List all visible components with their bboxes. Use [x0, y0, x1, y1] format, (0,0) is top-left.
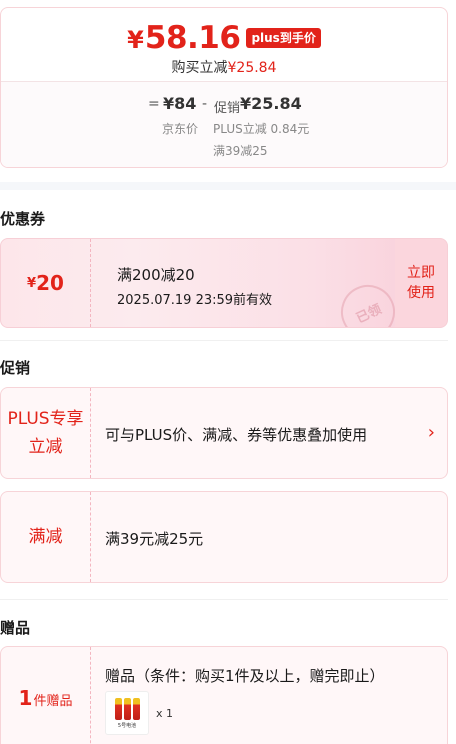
promo-amount: ¥25.84 — [240, 94, 302, 113]
gift-card[interactable]: 1 件赠品 赠品（条件：购买1件及以上，赠完即止） 5号电池 x 1 — [0, 646, 448, 744]
promo-tag: PLUS专享 立减 — [1, 388, 91, 478]
claimed-stamp-icon: 已领 — [332, 276, 404, 327]
currency-symbol: ¥ — [127, 26, 144, 54]
coupon-amount: ¥ 20 — [1, 239, 91, 327]
use-coupon-line1: 立即 — [407, 265, 435, 281]
jd-price-label: 京东价 — [162, 122, 199, 136]
minus-sign: - — [202, 96, 208, 112]
coupon-value: 20 — [36, 271, 64, 295]
gift-condition: 赠品（条件：购买1件及以上，赠完即止） — [105, 667, 385, 685]
section-divider — [0, 599, 448, 600]
gift-count-tag: 1 件赠品 — [1, 647, 91, 744]
promo-tag-line2: 立减 — [28, 437, 63, 457]
battery-icon — [123, 697, 131, 720]
chevron-right-icon[interactable]: › — [428, 422, 435, 443]
final-price-value: 58.16 — [144, 20, 241, 56]
price-breakdown: = ¥84 - 促销 ¥25.84 京东价 PLUS立减 0.84元 满39减2… — [1, 81, 447, 167]
use-coupon-line2: 使用 — [407, 285, 435, 301]
coupon-expiry: 2025.07.19 23:59前有效 — [117, 293, 273, 308]
battery-pack-icon[interactable]: 5号电池 — [105, 691, 149, 735]
price-summary-card: ¥ 58.16 plus到手价 购买立减¥25.84 = ¥84 - 促销 ¥2… — [0, 7, 448, 168]
promo-tag-line1: 满减 — [28, 527, 63, 547]
buy-discount-label: 购买立减 — [171, 60, 228, 76]
jd-price-value: ¥84 — [163, 94, 197, 113]
plus-price-badge: plus到手价 — [246, 28, 321, 48]
plus-discount-label: PLUS立减 0.84元 — [213, 122, 310, 136]
final-price: ¥ 58.16 — [127, 20, 241, 56]
promo-label: 促销 — [214, 101, 241, 116]
claimed-stamp-text: 已领 — [353, 301, 384, 327]
gift-quantity: x 1 — [156, 707, 174, 720]
use-coupon-button[interactable]: 立即 使用 — [395, 239, 447, 327]
coupon-currency: ¥ — [27, 275, 37, 291]
battery-graphic — [114, 697, 140, 720]
gift-count-label: 件赠品 — [33, 694, 73, 709]
battery-icon — [132, 697, 140, 720]
full-discount-label: 满39减25 — [213, 144, 268, 158]
battery-icon — [114, 697, 122, 720]
coupon-card[interactable]: ¥ 20 满200减20 2025.07.19 23:59前有效 已领 立即 使… — [0, 238, 448, 328]
promo-tag-line1: PLUS专享 — [7, 409, 84, 429]
promo-tag: 满减 — [1, 492, 91, 582]
coupon-section-title: 优惠券 — [0, 210, 46, 228]
promo-section-title: 促销 — [0, 359, 31, 377]
section-divider — [0, 340, 448, 341]
promo-item-plus[interactable]: PLUS专享 立减 可与PLUS价、满减、券等优惠叠加使用 › — [0, 387, 448, 479]
coupon-condition: 满200减20 — [117, 266, 195, 284]
buy-discount-line: 购买立减¥25.84 — [1, 57, 447, 77]
gift-thumb-label: 5号电池 — [117, 722, 137, 729]
promo-item-full-discount: 满减 满39元减25元 — [0, 491, 448, 583]
equals-sign: = — [148, 96, 160, 112]
gift-section-title: 赠品 — [0, 619, 31, 637]
gift-count-number: 1 — [18, 686, 33, 710]
buy-discount-amount: ¥25.84 — [227, 60, 277, 76]
promo-description: 满39元减25元 — [105, 530, 204, 548]
section-gap — [0, 182, 456, 190]
promo-description: 可与PLUS价、满减、券等优惠叠加使用 — [105, 426, 368, 444]
price-top: ¥ 58.16 plus到手价 购买立减¥25.84 — [1, 8, 447, 81]
gift-count: 1 件赠品 — [19, 684, 73, 716]
final-price-line: ¥ 58.16 plus到手价 — [1, 21, 447, 55]
